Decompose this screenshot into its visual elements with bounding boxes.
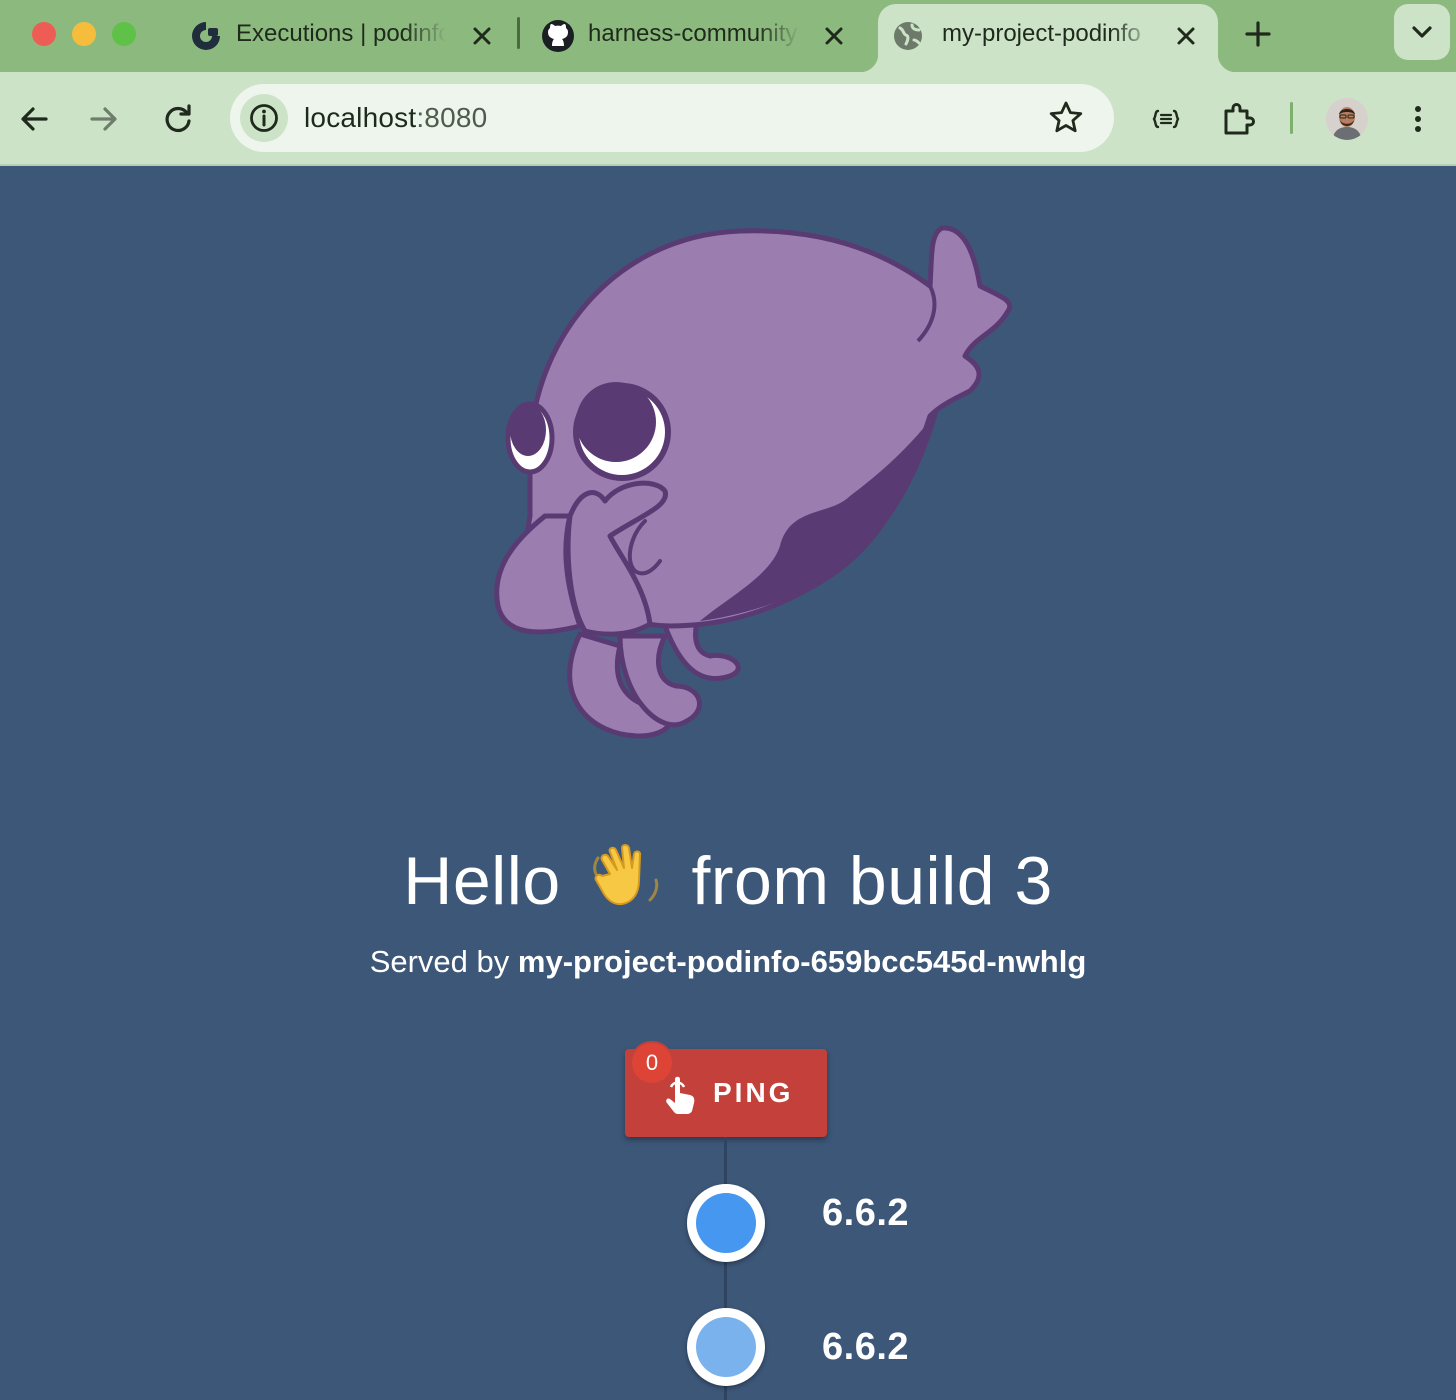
minimize-window-button[interactable] — [72, 22, 96, 46]
timeline-dot-fill — [696, 1317, 756, 1377]
timeline-version: 6.6.2 — [822, 1326, 910, 1368]
timeline-dot — [687, 1308, 765, 1386]
waving-hand-icon — [593, 844, 659, 906]
close-tab-icon[interactable] — [1172, 22, 1200, 50]
site-info-button[interactable] — [240, 94, 288, 142]
profile-avatar[interactable] — [1326, 98, 1368, 140]
tab-podinfo-active[interactable]: my-project-podinfo — [860, 4, 1236, 72]
served-by-label: Served by — [369, 944, 510, 979]
tab-title: Executions | podinfo — [236, 20, 446, 47]
tab-separator — [517, 17, 520, 49]
browser-toolbar: localhost:8080 — [0, 72, 1456, 166]
served-by-host: my-project-podinfo-659bcc545d-nwhlg — [517, 944, 1087, 979]
address-bar[interactable]: localhost:8080 — [230, 84, 1114, 152]
octopus-mascot-logo — [494, 225, 1013, 739]
close-tab-icon[interactable] — [468, 22, 496, 50]
headline-from-build: from build 3 — [691, 843, 1053, 919]
url-port: :8080 — [416, 102, 488, 133]
maximize-window-button[interactable] — [112, 22, 136, 46]
github-icon — [542, 20, 574, 52]
info-icon — [250, 104, 278, 132]
harness-icon — [192, 22, 220, 50]
page-headline: Hello from build 3 — [0, 840, 1456, 921]
timeline-dot-fill — [696, 1193, 756, 1253]
ping-label: PING — [713, 1077, 794, 1108]
bookmark-star-icon[interactable] — [1046, 98, 1086, 138]
served-by-line: Served by my-project-podinfo-659bcc545d-… — [0, 942, 1456, 982]
close-window-button[interactable] — [32, 22, 56, 46]
url-text: localhost:8080 — [304, 102, 487, 134]
headline-hello: Hello — [403, 843, 561, 919]
tab-title: my-project-podinfo — [942, 20, 1141, 47]
forward-arrow-icon[interactable] — [84, 99, 124, 139]
globe-icon — [894, 22, 922, 50]
tab-executions[interactable]: Executions | podinfo — [176, 4, 516, 72]
user-avatar-icon — [1326, 98, 1368, 140]
tab-strip: Executions | podinfo harness-community m… — [0, 0, 1456, 72]
more-menu-icon[interactable] — [1398, 99, 1438, 139]
tab-search-button[interactable] — [1394, 4, 1450, 60]
json-viewer-extension-icon[interactable] — [1146, 99, 1186, 139]
tab-title: harness-community — [588, 20, 798, 47]
new-tab-icon[interactable] — [1240, 16, 1276, 52]
ping-button[interactable]: 0 PING — [625, 1043, 827, 1137]
url-host: localhost — [304, 102, 417, 133]
extensions-puzzle-icon[interactable] — [1219, 99, 1259, 139]
close-tab-icon[interactable] — [820, 22, 848, 50]
reload-icon[interactable] — [158, 99, 198, 139]
podinfo-page: Hello from build 3 Served by my-project-… — [0, 166, 1456, 1400]
chevron-down-icon — [1412, 26, 1432, 38]
touch-hand-icon — [666, 1076, 695, 1114]
back-arrow-icon[interactable] — [14, 99, 54, 139]
toolbar-divider — [1290, 102, 1293, 134]
timeline-dot — [687, 1184, 765, 1262]
tab-github[interactable]: harness-community — [528, 4, 868, 72]
timeline-version: 6.6.2 — [822, 1192, 910, 1234]
